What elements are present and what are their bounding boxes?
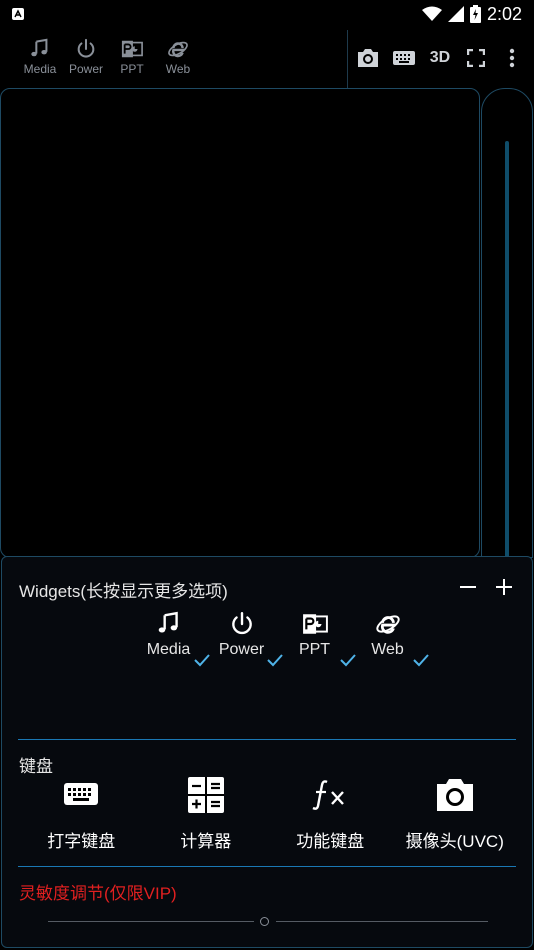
status-bar: 2:02 [0, 0, 534, 28]
function-icon [312, 780, 345, 810]
section-divider [18, 866, 516, 867]
camera-icon [358, 49, 378, 67]
widget-media[interactable]: Media [132, 611, 210, 667]
widgets-panel: Widgets(长按显示更多选项) Media Power PPT Web 键盘 [1, 556, 533, 948]
wifi-icon [421, 6, 442, 21]
app-notification-icon [12, 8, 24, 20]
quick-widget-power[interactable]: Power [66, 28, 106, 76]
ppt-icon [302, 614, 328, 634]
ie-icon [168, 41, 188, 58]
fullscreen-button[interactable] [464, 44, 488, 72]
quick-widget-web[interactable]: Web [158, 28, 198, 76]
keyboard-option-label: 功能键盘 [296, 832, 365, 851]
keyboard-option-label: 打字键盘 [47, 832, 116, 851]
camera-icon [436, 779, 473, 811]
quick-widget-label: PPT [120, 62, 144, 76]
minus-button[interactable] [456, 575, 480, 599]
music-note-icon [158, 611, 178, 633]
keyboard-options: 打字键盘 计算器 功能键盘 摄像头(UVC) [19, 775, 517, 852]
widget-label: Media [146, 641, 191, 658]
quick-widget-bar: Media Power PPT Web [0, 28, 198, 88]
touchpad-area[interactable] [0, 88, 480, 558]
signal-icon [447, 6, 464, 22]
quick-widget-label: Media [23, 62, 57, 76]
uvc-camera-button[interactable]: 摄像头(UVC) [393, 775, 518, 852]
slider-thumb[interactable] [260, 917, 269, 926]
toolbar-actions: 3D [356, 38, 524, 78]
widgets-header: Widgets(长按显示更多选项) [19, 582, 228, 601]
widget-ppt[interactable]: PPT [278, 611, 356, 667]
fullscreen-icon [467, 49, 485, 67]
quick-widget-ppt[interactable]: PPT [112, 28, 152, 76]
toolbar-divider [347, 30, 348, 88]
plus-icon [496, 579, 512, 595]
quick-widget-media[interactable]: Media [20, 28, 60, 76]
plus-button[interactable] [492, 575, 516, 599]
scroll-strip[interactable] [481, 88, 533, 561]
scroll-indicator [505, 141, 509, 561]
keyboard-button[interactable] [392, 44, 416, 72]
ie-icon [375, 615, 400, 634]
widget-label: Web [371, 641, 404, 658]
quick-widget-label: Web [165, 62, 191, 76]
sensitivity-slider[interactable] [48, 913, 488, 929]
typing-keyboard-button[interactable]: 打字键盘 [19, 775, 144, 852]
section-divider [18, 739, 516, 740]
status-time: 2:02 [486, 3, 522, 24]
minus-icon [460, 586, 476, 588]
calculator-button[interactable]: 计算器 [144, 775, 269, 852]
3d-mode-button[interactable]: 3D [428, 44, 452, 72]
battery-icon [469, 5, 481, 23]
keyboard-option-label: 计算器 [180, 832, 232, 851]
keyboard-icon [393, 51, 415, 65]
camera-button[interactable] [356, 44, 380, 72]
power-icon [77, 38, 95, 58]
widget-label: Power [218, 641, 265, 658]
power-icon [231, 611, 252, 635]
widget-web[interactable]: Web [351, 611, 429, 667]
top-toolbar: Media Power PPT Web 3D [0, 28, 534, 88]
widget-power[interactable]: Power [205, 611, 283, 667]
sensitivity-label: 灵敏度调节(仅限VIP) [19, 884, 177, 903]
function-keyboard-button[interactable]: 功能键盘 [268, 775, 393, 852]
keyboard-section-header: 键盘 [19, 757, 53, 776]
more-vertical-icon [509, 48, 515, 68]
widget-label: PPT [298, 641, 331, 658]
widget-list: Media Power PPT Web [132, 611, 429, 667]
keyboard-option-label: 摄像头(UVC) [405, 832, 504, 851]
keyboard-icon [64, 783, 99, 805]
ppt-icon [121, 40, 143, 58]
music-note-icon [31, 38, 48, 57]
calculator-icon [187, 777, 224, 813]
quick-widget-label: Power [68, 62, 103, 76]
checkmark-icon [413, 654, 429, 667]
overflow-menu-button[interactable] [500, 44, 524, 72]
